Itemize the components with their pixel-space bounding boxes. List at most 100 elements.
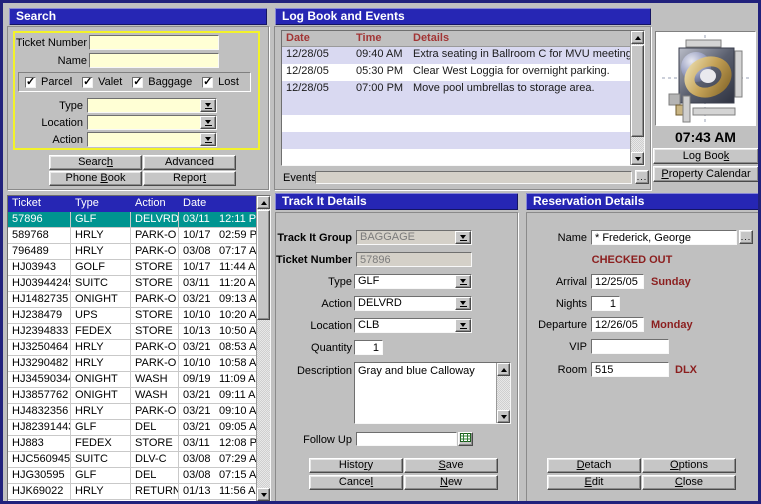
scroll-down-icon[interactable] — [497, 410, 510, 423]
dropdown-arrow-icon[interactable] — [200, 133, 216, 146]
ticket-row[interactable]: HJ4832356 HRLY PARK-O 03/2109:10 AM — [8, 404, 256, 420]
ticket-row[interactable]: HJ039442456 SUITC STORE 03/1111:20 AM — [8, 276, 256, 292]
edit-button[interactable]: Edit — [547, 475, 641, 490]
ticket-row[interactable]: HJ238479 UPS STORE 10/1010:20 AM — [8, 308, 256, 324]
description-scrollbar[interactable] — [496, 363, 510, 423]
checkbox-icon[interactable] — [132, 77, 143, 88]
ticket-row[interactable]: HJ3857762 ONIGHT WASH 03/2109:11 AM — [8, 388, 256, 404]
ticket-row[interactable]: HJ82391443 GLF DEL 03/2109:05 AM — [8, 420, 256, 436]
nights-input[interactable] — [591, 296, 620, 311]
scroll-down-icon[interactable] — [631, 152, 644, 165]
ticket-row[interactable]: HJ34590344 ONIGHT WASH 09/1911:09 AM — [8, 372, 256, 388]
logbook-row[interactable]: 12/28/05 05:30 PM Clear West Loggia for … — [282, 64, 630, 81]
trackit-action-combo[interactable]: DELVRD — [354, 296, 472, 311]
guest-lookup-button[interactable]: ... — [739, 230, 753, 244]
save-button[interactable]: Save — [404, 458, 498, 473]
phone-book-button[interactable]: Phone Book — [49, 171, 142, 186]
options-button[interactable]: Options — [642, 458, 736, 473]
ticket-row[interactable]: HJC560945 SUITC DLV-C 03/0807:29 AM — [8, 452, 256, 468]
ticket-col-action[interactable]: Action — [131, 196, 179, 212]
ticket-cell: HJ34590344 — [8, 372, 71, 388]
trackit-ticket-input[interactable] — [356, 252, 472, 267]
follow-up-input[interactable] — [356, 432, 457, 446]
ticket-row[interactable]: HJ2394833 FEDEX STORE 10/1310:50 AM — [8, 324, 256, 340]
logbook-col-time[interactable]: Time — [352, 31, 409, 46]
events-input[interactable] — [315, 171, 632, 184]
departure-input[interactable] — [591, 317, 644, 332]
ticket-col-ticket[interactable]: Ticket — [8, 196, 71, 212]
dropdown-arrow-icon[interactable] — [200, 99, 216, 112]
ticket-cell: HJ883 — [8, 436, 71, 452]
ticket-number-input[interactable] — [89, 35, 219, 50]
scroll-down-icon[interactable] — [257, 488, 270, 501]
ticket-row[interactable]: 57896 GLF DELVRD 03/1112:11 PM — [8, 212, 256, 228]
dropdown-arrow-icon[interactable] — [455, 297, 471, 310]
quantity-input[interactable] — [354, 340, 383, 355]
property-calendar-button[interactable]: Property Calendar — [653, 166, 759, 182]
events-browse-button[interactable]: ... — [635, 170, 649, 184]
description-textarea[interactable]: Gray and blue Calloway — [355, 363, 496, 423]
res-name-input[interactable] — [591, 230, 737, 245]
history-button[interactable]: History — [309, 458, 403, 473]
scrollbar-thumb[interactable] — [257, 210, 270, 320]
logbook-col-details[interactable]: Details — [409, 31, 630, 46]
date-cell: 10/1010:20 AM — [179, 308, 256, 324]
type-cell: ONIGHT — [71, 292, 131, 308]
ticket-col-date[interactable]: Date — [179, 196, 256, 212]
scroll-up-icon[interactable] — [257, 196, 270, 209]
new-button[interactable]: New — [404, 475, 498, 490]
checkbox-icon[interactable] — [25, 77, 36, 88]
report-button[interactable]: Report — [143, 171, 236, 186]
name-input[interactable] — [89, 53, 219, 68]
checkbox-icon[interactable] — [202, 77, 213, 88]
category-checkbox[interactable]: Baggage — [132, 76, 192, 88]
action-combo[interactable] — [87, 132, 217, 147]
ticket-row[interactable]: HJ3250464 HRLY PARK-O 03/2108:53 AM — [8, 340, 256, 356]
category-checkbox[interactable]: Valet — [82, 76, 122, 88]
dropdown-arrow-icon[interactable] — [200, 116, 216, 129]
room-input[interactable] — [591, 362, 669, 377]
ticket-row[interactable]: 589768 HRLY PARK-O 10/1702:59 PM — [8, 228, 256, 244]
close-button[interactable]: Close — [642, 475, 736, 490]
checkbox-icon[interactable] — [82, 77, 93, 88]
dropdown-arrow-icon[interactable] — [455, 231, 471, 244]
ticket-row[interactable]: 796489 HRLY PARK-O 03/0807:17 AM — [8, 244, 256, 260]
logbook-scrollbar[interactable] — [630, 31, 644, 165]
category-checkbox[interactable]: Lost — [202, 76, 239, 88]
category-checkbox[interactable]: Parcel — [25, 76, 72, 88]
logbook-row[interactable]: 12/28/05 07:00 PM Move pool umbrellas to… — [282, 81, 630, 98]
vip-input[interactable] — [591, 339, 669, 354]
scroll-up-icon[interactable] — [631, 31, 644, 44]
logbook-row[interactable]: 12/28/05 09:40 AM Extra seating in Ballr… — [282, 47, 630, 64]
ticket-table-scrollbar[interactable] — [256, 196, 270, 501]
search-button[interactable]: Search — [49, 155, 142, 170]
type-combo[interactable] — [87, 98, 217, 113]
ticket-row[interactable]: HJ3290482 HRLY PARK-O 10/1010:58 AM — [8, 356, 256, 372]
dropdown-arrow-icon[interactable] — [455, 275, 471, 288]
ticket-col-type[interactable]: Type — [71, 196, 131, 212]
trackit-group-combo[interactable]: BAGGAGE — [356, 230, 472, 245]
log-book-button[interactable]: Log Book — [653, 148, 759, 164]
detach-button[interactable]: Detach — [547, 458, 641, 473]
ticket-row[interactable]: HJ03943 GOLF STORE 10/1711:44 AM — [8, 260, 256, 276]
scroll-up-icon[interactable] — [497, 363, 510, 376]
dropdown-arrow-icon[interactable] — [455, 319, 471, 332]
ticket-row[interactable]: HJ1482735 ONIGHT PARK-O 03/2109:13 AM — [8, 292, 256, 308]
logbook-col-date[interactable]: Date — [282, 31, 352, 46]
trackit-type-combo[interactable]: GLF — [354, 274, 472, 289]
ticket-row[interactable]: HJG30595 GLF DEL 03/0807:15 AM — [8, 468, 256, 484]
action-cell: PARK-O — [131, 356, 179, 372]
type-cell: HRLY — [71, 404, 131, 420]
scrollbar-thumb[interactable] — [631, 45, 644, 137]
arrival-input[interactable] — [591, 274, 644, 289]
trackit-location-combo[interactable]: CLB — [354, 318, 472, 333]
logbook-empty-row — [282, 98, 630, 115]
calendar-picker-button[interactable] — [458, 432, 473, 446]
advanced-button[interactable]: Advanced — [143, 155, 236, 170]
ticket-cell: 57896 — [8, 212, 71, 228]
ticket-row[interactable]: HJK69022 HRLY RETURNED 01/1311:56 AM — [8, 484, 256, 500]
location-combo[interactable] — [87, 115, 217, 130]
logbook-title-text: Log Book and Events — [282, 9, 405, 23]
ticket-row[interactable]: HJ883 FEDEX STORE 03/1112:08 PM — [8, 436, 256, 452]
cancel-button[interactable]: Cancel — [309, 475, 403, 490]
